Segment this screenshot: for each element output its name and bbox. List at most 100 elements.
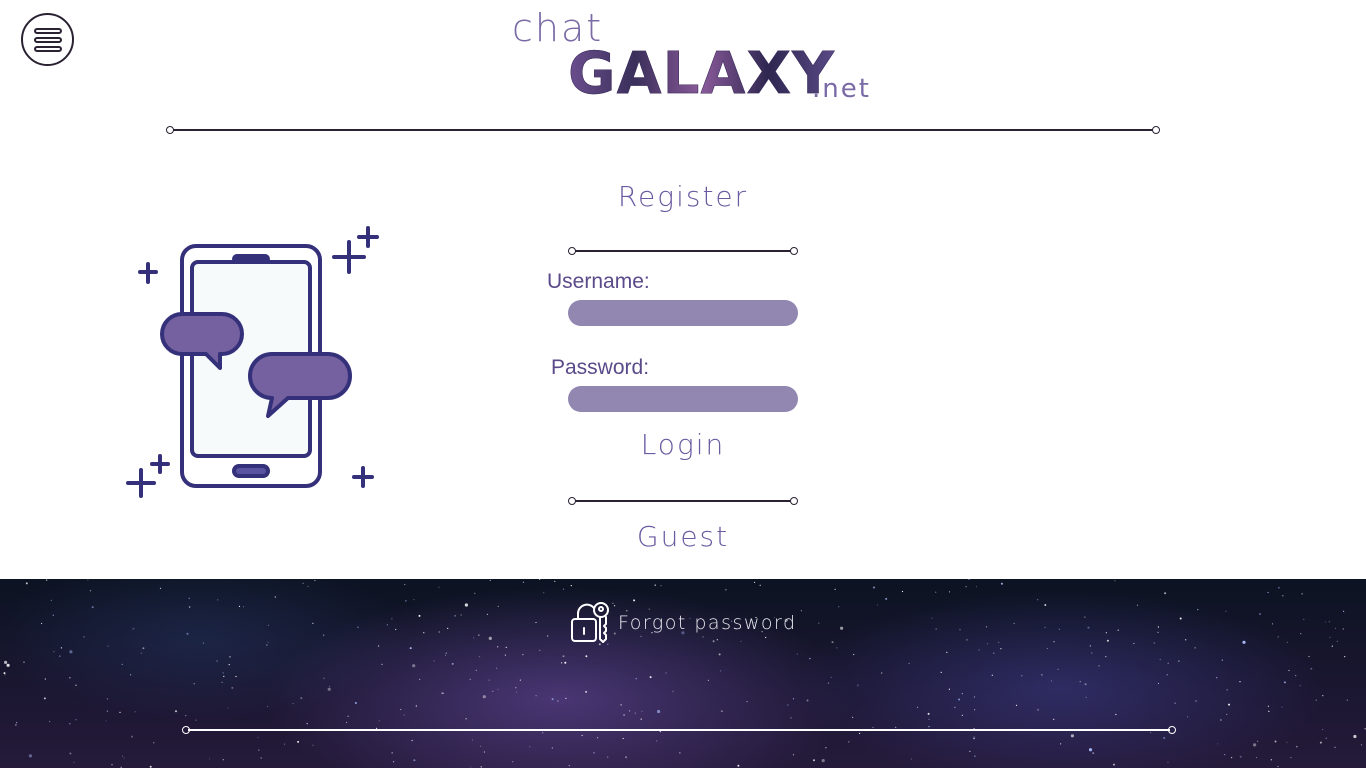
star <box>853 653 855 656</box>
star <box>75 684 77 686</box>
star <box>1098 665 1100 667</box>
star <box>974 755 976 757</box>
star <box>227 707 229 709</box>
star <box>991 674 993 676</box>
star <box>515 687 517 689</box>
star <box>928 726 930 728</box>
star <box>1136 604 1139 606</box>
star <box>504 654 506 656</box>
star <box>565 697 567 699</box>
star <box>441 692 443 694</box>
star <box>959 629 961 631</box>
star <box>519 679 522 681</box>
star <box>415 705 417 707</box>
star <box>15 724 17 726</box>
star <box>737 764 740 767</box>
star <box>478 634 480 636</box>
star <box>474 592 476 594</box>
star <box>718 653 721 656</box>
star <box>1044 626 1046 628</box>
star <box>1084 683 1087 686</box>
guest-button[interactable]: Guest <box>583 520 783 553</box>
star <box>1226 713 1228 715</box>
star <box>307 585 309 587</box>
star <box>497 646 499 648</box>
star <box>1053 718 1055 720</box>
star <box>641 710 643 712</box>
star <box>195 719 197 721</box>
star <box>142 647 145 650</box>
site-logo[interactable]: chat GALAXY .net <box>512 6 892 107</box>
star <box>1114 580 1116 582</box>
star <box>216 660 218 662</box>
star <box>1070 734 1074 738</box>
star <box>564 661 567 664</box>
star <box>1050 680 1053 682</box>
star <box>1115 713 1117 716</box>
star <box>473 637 475 639</box>
star <box>302 582 304 584</box>
star <box>1308 655 1310 658</box>
star <box>419 678 421 680</box>
star <box>1092 752 1095 755</box>
star <box>1329 636 1331 638</box>
star <box>123 757 125 759</box>
star <box>1322 728 1324 731</box>
register-link[interactable]: Register <box>583 180 783 213</box>
star <box>53 651 55 653</box>
star <box>1057 668 1059 670</box>
password-input[interactable] <box>568 386 798 412</box>
menu-button[interactable] <box>21 13 74 66</box>
star <box>620 704 622 706</box>
star <box>901 590 904 593</box>
star <box>442 692 444 694</box>
star <box>438 586 440 588</box>
star <box>993 652 995 654</box>
star <box>985 626 988 628</box>
star <box>202 642 204 644</box>
star <box>1157 626 1159 628</box>
star <box>4 674 6 676</box>
star <box>257 736 259 738</box>
star <box>585 690 588 693</box>
star <box>625 756 628 759</box>
star <box>505 646 507 648</box>
star <box>1346 699 1348 701</box>
star <box>454 615 456 617</box>
star <box>59 655 61 657</box>
star <box>28 754 32 758</box>
forgot-password-label: Forgot password <box>618 612 797 634</box>
star <box>1013 622 1015 624</box>
star <box>659 731 661 733</box>
forgot-password-link[interactable]: Forgot password <box>570 601 797 645</box>
star <box>267 624 270 626</box>
username-input[interactable] <box>568 300 798 326</box>
login-button[interactable]: Login <box>583 428 783 461</box>
star <box>1226 689 1228 691</box>
star <box>1224 754 1226 756</box>
star <box>488 679 490 681</box>
password-label: Password: <box>551 356 650 379</box>
star <box>222 759 224 761</box>
star <box>1286 741 1288 743</box>
star <box>329 685 331 687</box>
star <box>496 667 498 669</box>
star <box>908 662 910 664</box>
star <box>314 579 316 582</box>
star <box>6 663 10 667</box>
star <box>1041 674 1043 676</box>
star <box>1360 744 1363 746</box>
star <box>471 739 473 741</box>
star <box>1270 759 1272 761</box>
star <box>1079 681 1081 683</box>
star <box>927 712 930 715</box>
star <box>836 647 838 649</box>
star <box>1301 593 1303 595</box>
star <box>593 752 595 754</box>
unlock-key-icon <box>571 602 609 643</box>
star <box>935 628 937 630</box>
star <box>193 683 195 685</box>
star <box>856 684 859 687</box>
star <box>1187 716 1189 718</box>
star <box>885 597 888 600</box>
